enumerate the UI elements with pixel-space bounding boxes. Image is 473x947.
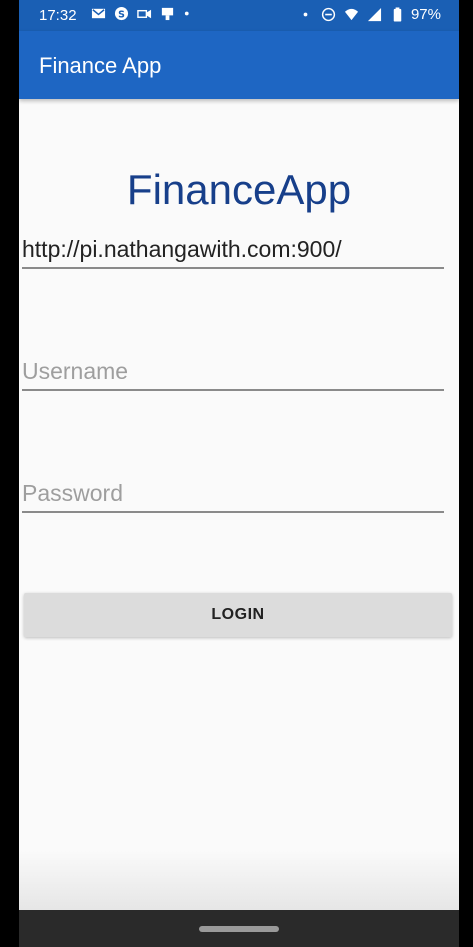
signal-icon bbox=[367, 7, 382, 22]
svg-text:S: S bbox=[118, 9, 125, 20]
gmail-icon bbox=[91, 6, 106, 21]
wifi-icon bbox=[344, 7, 359, 22]
username-input[interactable]: Username bbox=[22, 358, 444, 391]
bottom-fade bbox=[19, 850, 459, 910]
battery-percentage: 97% bbox=[410, 6, 441, 23]
dot-icon bbox=[298, 7, 313, 22]
notification-icon bbox=[160, 6, 175, 21]
server-url-input[interactable]: http://pi.nathangawith.com:900/ bbox=[22, 236, 444, 269]
video-icon bbox=[137, 6, 152, 21]
password-input[interactable]: Password bbox=[22, 480, 444, 513]
notification-icons: S bbox=[91, 6, 198, 21]
login-button[interactable]: LOGIN bbox=[24, 593, 452, 637]
app-bar: Finance App bbox=[19, 31, 459, 99]
status-bar: 17:32 S 97% bbox=[19, 0, 459, 31]
do-not-disturb-icon bbox=[321, 7, 336, 22]
home-gesture-handle[interactable] bbox=[199, 926, 279, 932]
navigation-bar bbox=[19, 910, 459, 947]
page-title: FinanceApp bbox=[126, 166, 352, 213]
dot-icon bbox=[183, 6, 198, 21]
status-time: 17:32 bbox=[39, 7, 77, 24]
system-icons: 97% bbox=[298, 6, 441, 23]
phone-screen: 17:32 S 97% Finance App FinanceApp http:… bbox=[19, 0, 459, 947]
app-bar-title: Finance App bbox=[39, 53, 162, 78]
battery-icon bbox=[390, 7, 405, 22]
skype-icon: S bbox=[114, 6, 129, 21]
